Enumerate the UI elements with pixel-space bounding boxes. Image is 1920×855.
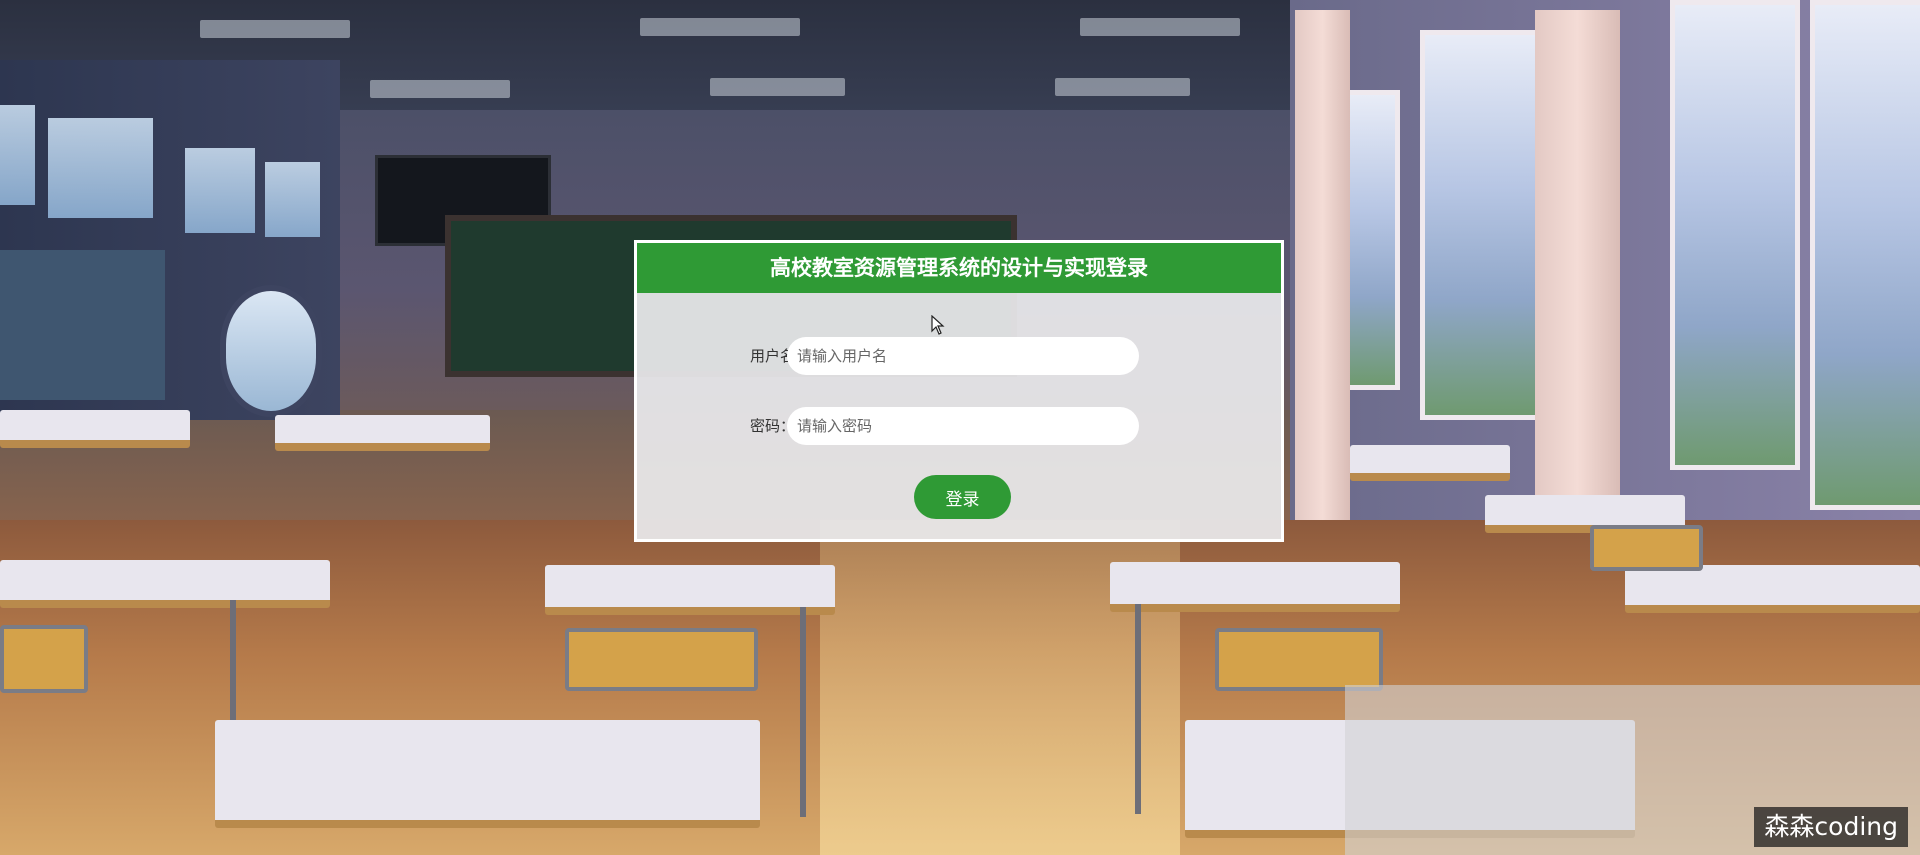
background-desk-leg	[800, 607, 806, 817]
background-curtain	[1295, 10, 1350, 580]
login-panel: 高校教室资源管理系统的设计与实现登录 用户名 密码： 登录	[634, 240, 1284, 542]
background-chair	[1215, 628, 1383, 691]
background-window	[1810, 0, 1920, 510]
ceiling-light	[1080, 18, 1240, 36]
background-window	[185, 148, 255, 233]
background-window	[1420, 30, 1540, 420]
password-row: 密码：	[637, 407, 1281, 445]
background-desk	[1110, 562, 1400, 612]
ceiling-light	[640, 18, 800, 36]
ceiling-light	[710, 78, 845, 96]
background-desk	[215, 720, 760, 828]
background-window	[1670, 0, 1800, 470]
ceiling-light	[370, 80, 510, 98]
background-desk	[545, 565, 835, 615]
background-round-window	[220, 285, 322, 417]
background-desk	[0, 410, 190, 448]
background-desk	[1625, 565, 1920, 613]
background-desk	[0, 560, 330, 608]
mouse-pointer-icon	[931, 315, 945, 335]
background-chair	[1590, 525, 1703, 571]
background-window	[48, 118, 153, 218]
background-chair	[565, 628, 758, 691]
ceiling-light	[1055, 78, 1190, 96]
username-input[interactable]	[787, 337, 1139, 375]
background-window	[265, 162, 320, 237]
background-desk	[1350, 445, 1510, 481]
password-input[interactable]	[787, 407, 1139, 445]
background-chair	[0, 625, 88, 693]
watermark-label: 森森coding	[1754, 807, 1908, 847]
background-desk-leg	[1135, 604, 1141, 814]
background-notice-board	[0, 250, 165, 400]
username-row: 用户名	[637, 337, 1281, 375]
ceiling-light	[200, 20, 350, 38]
background-desk	[275, 415, 490, 451]
login-button[interactable]: 登录	[914, 475, 1011, 519]
background-window	[0, 105, 35, 205]
login-page: 高校教室资源管理系统的设计与实现登录 用户名 密码： 登录 森森coding	[0, 0, 1920, 855]
login-title: 高校教室资源管理系统的设计与实现登录	[637, 243, 1281, 293]
